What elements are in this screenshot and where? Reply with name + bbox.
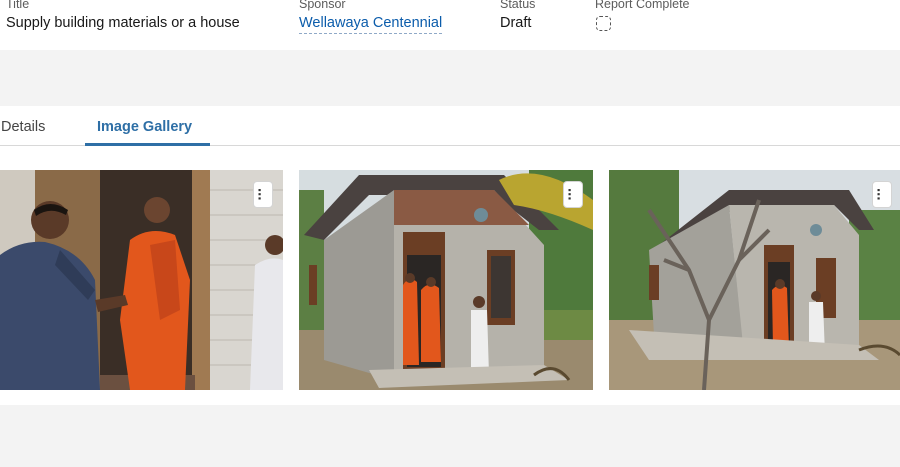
photo-house-with-tree <box>609 170 900 390</box>
sponsor-link[interactable]: Wellawaya Centennial <box>299 13 443 34</box>
more-options-icon: ... <box>254 188 272 201</box>
tab-card: Details Image Gallery ... ... ... <box>0 106 900 405</box>
report-complete-field: Report Complete <box>595 0 690 31</box>
status-label: Status <box>500 0 536 11</box>
gallery-image-3[interactable]: ... <box>609 170 900 390</box>
title-value: Supply building materials or a house <box>6 15 240 31</box>
gallery-image-1[interactable]: ... <box>0 170 283 390</box>
title-label: Title <box>6 0 30 11</box>
image-menu-button[interactable]: ... <box>253 181 273 208</box>
image-menu-button[interactable]: ... <box>563 181 583 208</box>
image-menu-button[interactable]: ... <box>872 181 892 208</box>
title-field: Title Supply building materials or a hou… <box>6 0 240 33</box>
sponsor-field: Sponsor Wellawaya Centennial <box>299 0 443 34</box>
status-field: Status Draft <box>500 0 535 33</box>
status-value: Draft <box>500 15 532 31</box>
photo-handover-scene <box>0 170 283 390</box>
tab-image-gallery[interactable]: Image Gallery <box>97 118 192 136</box>
gallery-image-2[interactable]: ... <box>299 170 593 390</box>
record-header: Title Supply building materials or a hou… <box>0 0 900 50</box>
active-tab-indicator <box>85 143 210 146</box>
sponsor-label: Sponsor <box>299 0 346 11</box>
tab-details[interactable]: Details <box>1 118 45 136</box>
unchecked-checkbox-icon <box>596 16 611 31</box>
photo-house-front <box>299 170 593 390</box>
tab-bar: Details Image Gallery <box>0 106 900 146</box>
more-options-icon: ... <box>564 188 582 201</box>
report-complete-label: Report Complete <box>595 0 690 11</box>
more-options-icon: ... <box>873 188 891 201</box>
